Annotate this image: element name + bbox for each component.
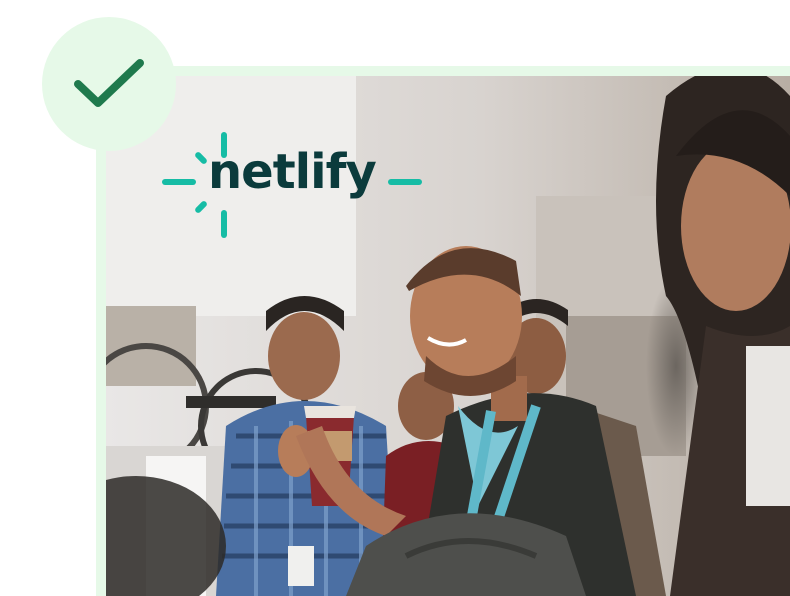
- check-badge: [42, 17, 176, 151]
- page: netlify: [0, 0, 790, 596]
- netlify-logo: netlify: [160, 128, 430, 240]
- netlify-wordmark: netlify: [208, 144, 377, 200]
- checkmark-icon: [74, 59, 144, 107]
